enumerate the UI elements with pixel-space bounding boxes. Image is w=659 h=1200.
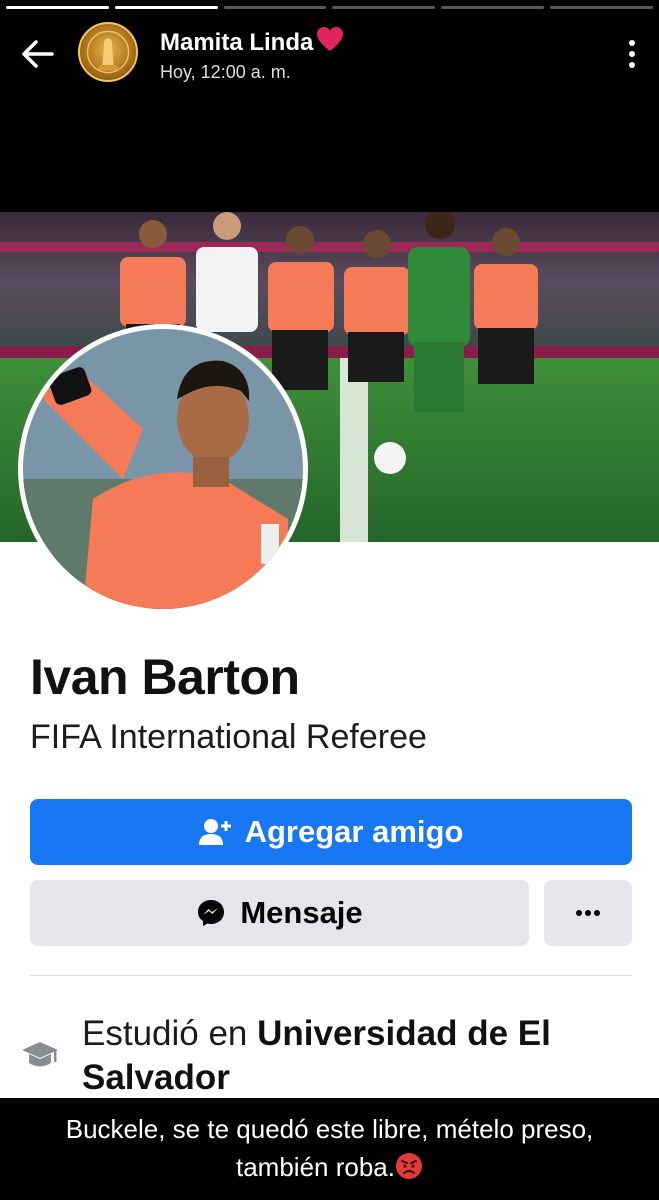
message-button[interactable]: Mensaje — [30, 880, 529, 946]
graduation-cap-icon — [20, 1037, 60, 1073]
add-friend-icon — [198, 819, 231, 845]
messenger-icon — [198, 900, 225, 926]
story-timestamp: Hoy, 12:00 a. m. — [160, 62, 291, 82]
profile-bio: FIFA International Referee — [30, 718, 427, 756]
back-arrow-icon[interactable] — [18, 34, 58, 74]
message-label: Mensaje — [240, 895, 363, 930]
progress-segment — [6, 6, 109, 9]
profile-screenshot: Ivan Barton FIFA International Referee A… — [0, 212, 659, 1098]
more-actions-button[interactable] — [544, 880, 632, 946]
caption-line-1: Buckele, se te quedó este libre, mételo … — [65, 1114, 594, 1144]
poster-avatar[interactable] — [78, 22, 138, 82]
progress-segment — [223, 6, 327, 9]
progress-segment — [550, 6, 653, 9]
profile-picture[interactable] — [18, 324, 308, 614]
progress-segment — [114, 6, 218, 9]
poster-name[interactable]: Mamita Linda — [160, 26, 345, 57]
add-friend-label: Agregar amigo — [244, 814, 464, 849]
more-options-icon[interactable] — [627, 38, 637, 70]
story-progress — [6, 6, 653, 9]
progress-segment — [441, 6, 545, 9]
caption-line-2: también roba. — [0, 1148, 659, 1186]
divider — [30, 975, 632, 976]
add-friend-button[interactable]: Agregar amigo — [30, 799, 632, 865]
education-info: Estudió en Universidad de El Salvador — [82, 1014, 551, 1097]
ellipsis-icon — [576, 910, 600, 916]
angry-face-icon — [395, 1153, 422, 1179]
story-header: Mamita Linda Hoy, 12:00 a. m. — [0, 20, 659, 86]
story-caption: Buckele, se te quedó este libre, mételo … — [0, 1110, 659, 1186]
progress-segment — [332, 6, 436, 9]
red-heart-icon — [317, 27, 344, 51]
profile-name: Ivan Barton — [30, 649, 300, 705]
